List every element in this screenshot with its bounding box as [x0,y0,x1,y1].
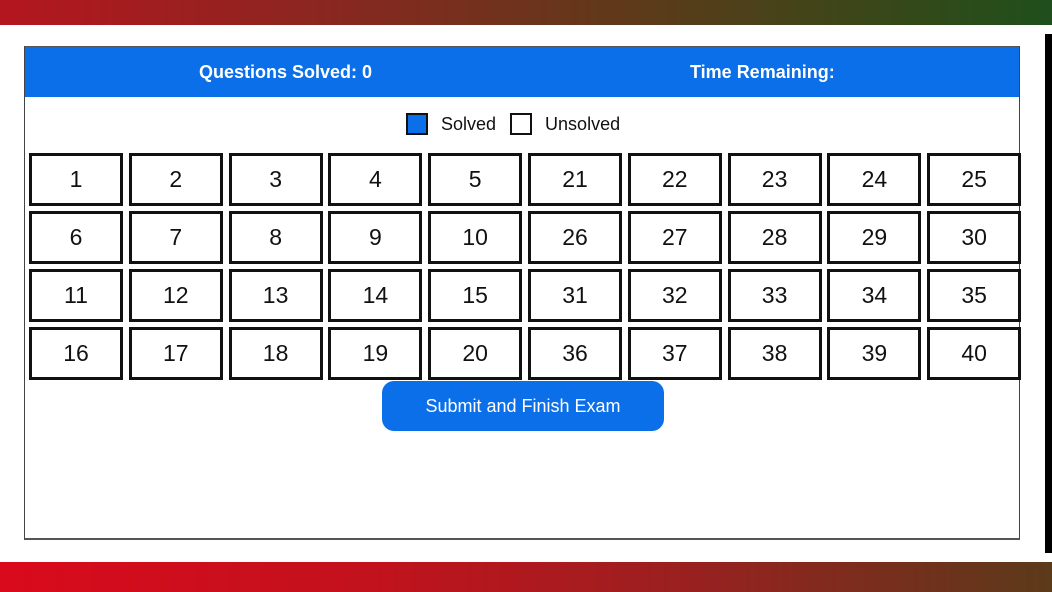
question-button[interactable]: 19 [328,327,423,380]
question-button[interactable]: 7 [128,211,223,264]
time-remaining-label: Time Remaining: [690,62,835,82]
question-button[interactable]: 18 [228,327,323,380]
question-button[interactable]: 21 [527,153,622,206]
question-button[interactable]: 35 [927,269,1022,322]
status-legend: Solved Unsolved [406,111,634,137]
question-button[interactable]: 33 [727,269,822,322]
question-button[interactable]: 14 [328,269,423,322]
question-button[interactable]: 30 [927,211,1022,264]
question-button[interactable]: 16 [29,327,123,380]
question-grid: 1 2 3 4 5 21 22 23 24 25 6 7 8 9 10 26 2… [29,153,1022,380]
unsolved-legend-label: Unsolved [545,113,621,134]
submit-finish-exam-button[interactable]: Submit and Finish Exam [382,381,664,431]
question-button[interactable]: 29 [827,211,922,264]
question-button[interactable]: 28 [727,211,822,264]
question-button[interactable]: 2 [128,153,223,206]
question-button[interactable]: 36 [527,327,622,380]
question-button[interactable]: 12 [128,269,223,322]
exam-navigator-panel: Questions Solved: 0 Time Remaining: Solv… [24,46,1022,540]
question-button[interactable]: 11 [29,269,123,322]
question-button[interactable]: 15 [428,269,523,322]
question-button[interactable]: 6 [29,211,123,264]
question-button[interactable]: 3 [228,153,323,206]
question-button[interactable]: 17 [128,327,223,380]
question-button[interactable]: 9 [328,211,423,264]
bottom-gradient-bar [0,562,1052,592]
question-button[interactable]: 31 [527,269,622,322]
right-edge-divider [1045,34,1052,553]
question-button[interactable]: 13 [228,269,323,322]
question-button[interactable]: 23 [727,153,822,206]
question-button[interactable]: 4 [328,153,423,206]
solved-legend-label: Solved [441,113,497,134]
question-button[interactable]: 1 [29,153,123,206]
questions-solved-counter: Questions Solved: 0 [199,62,373,82]
question-button[interactable]: 32 [627,269,722,322]
top-gradient-bar [0,0,1052,25]
question-button[interactable]: 37 [627,327,722,380]
question-button[interactable]: 8 [228,211,323,264]
question-button[interactable]: 24 [827,153,922,206]
question-button[interactable]: 10 [428,211,523,264]
question-button[interactable]: 22 [627,153,722,206]
question-button[interactable]: 20 [428,327,523,380]
question-button[interactable]: 5 [428,153,523,206]
question-button[interactable]: 38 [727,327,822,380]
question-button[interactable]: 34 [827,269,922,322]
solved-swatch-icon [406,113,428,135]
unsolved-swatch-icon [510,113,533,135]
question-button[interactable]: 25 [927,153,1022,206]
question-button[interactable]: 40 [927,327,1022,380]
exam-status-header: Questions Solved: 0 Time Remaining: [25,47,1019,97]
question-button[interactable]: 39 [827,327,922,380]
question-button[interactable]: 26 [527,211,622,264]
question-button[interactable]: 27 [627,211,722,264]
